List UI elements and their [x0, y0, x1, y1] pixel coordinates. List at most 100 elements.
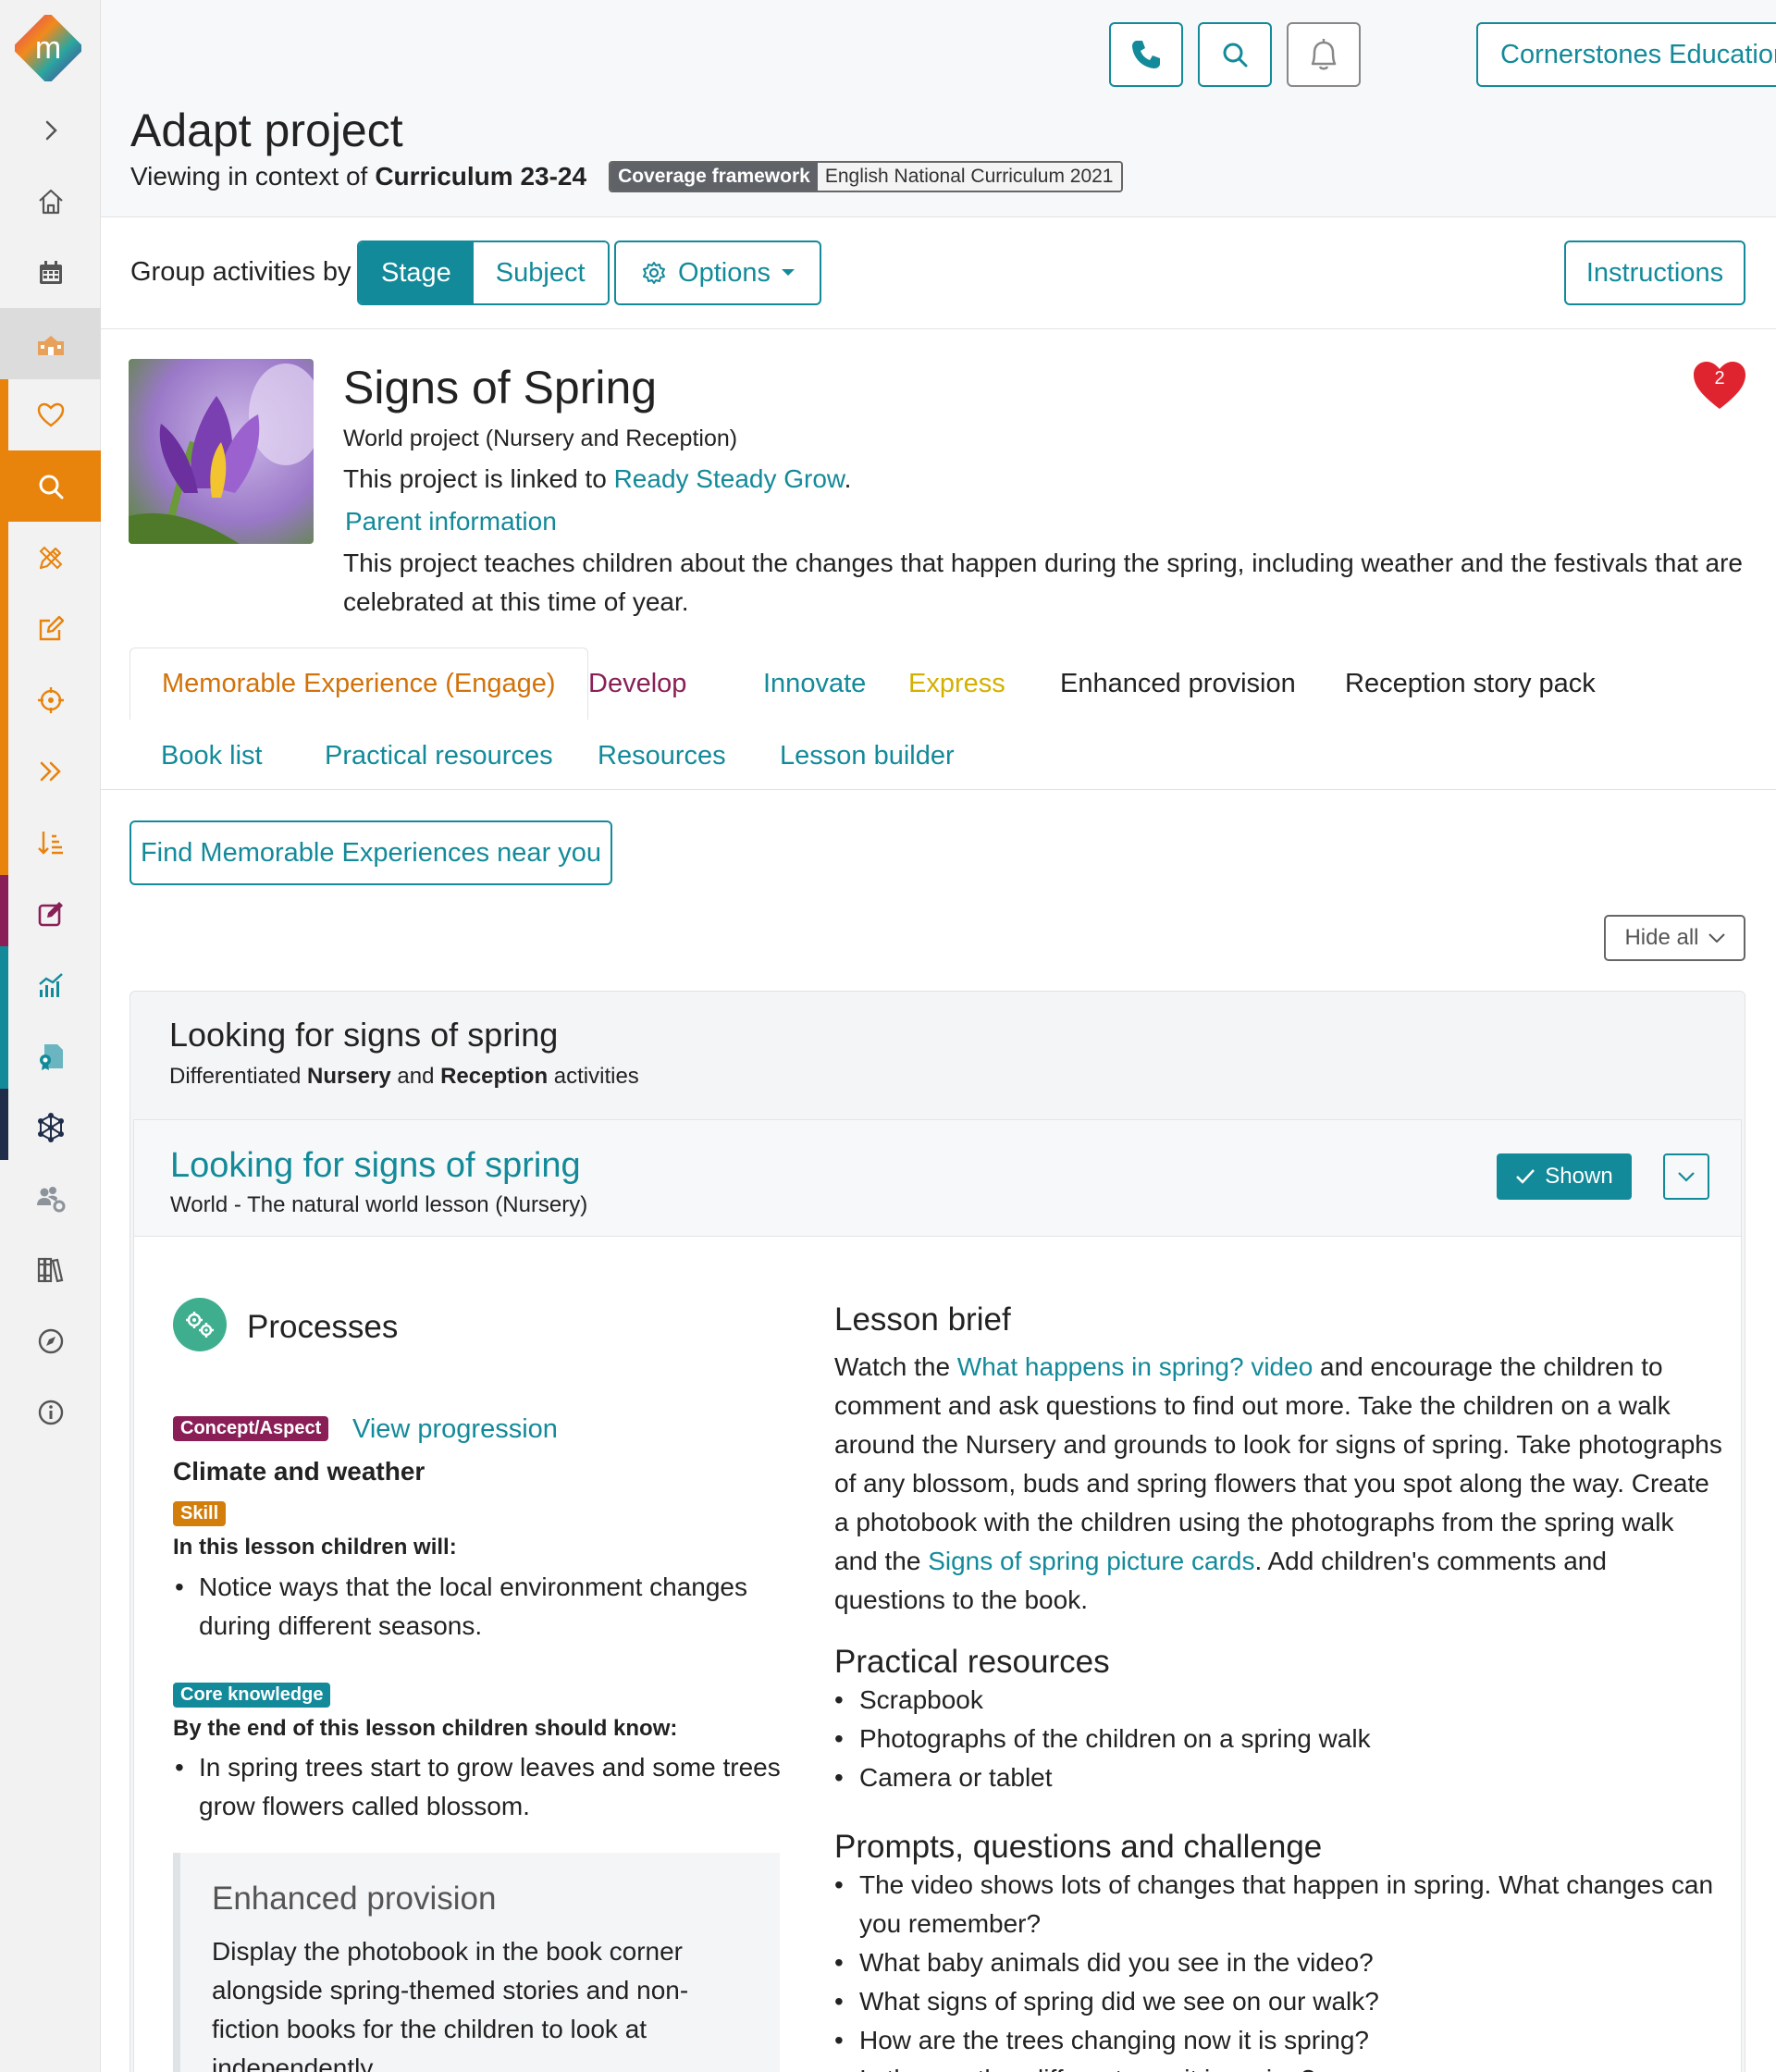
- coverage-framework-badge: Coverage framework English National Curr…: [609, 161, 1123, 192]
- page-header: Cornerstones Education Adapt project Vie…: [101, 0, 1776, 217]
- target-icon: [37, 686, 64, 713]
- activity-sub-nursery: Nursery: [306, 1064, 391, 1089]
- phone-icon: [1132, 41, 1160, 68]
- sort-list-icon: [37, 831, 63, 855]
- tab-innovate[interactable]: Innovate: [732, 648, 897, 720]
- coverage-value: English National Curriculum 2021: [817, 163, 1121, 191]
- search-icon: [39, 475, 63, 499]
- list-item: Camera or tablet: [785, 1758, 1722, 1797]
- calendar-icon: [39, 260, 62, 284]
- info-icon: [38, 1400, 63, 1424]
- notifications-button[interactable]: [1287, 22, 1361, 87]
- list-item: What signs of spring did we see on our w…: [785, 1982, 1722, 2021]
- options-label: Options: [678, 257, 771, 288]
- tab-memorable-experience[interactable]: Memorable Experience (Engage): [130, 648, 588, 720]
- activity-group: Looking for signs of spring Differentiat…: [130, 991, 1745, 2072]
- enhanced-provision-title: Enhanced provision: [212, 1881, 497, 1917]
- expand-lesson-button[interactable]: [1663, 1153, 1709, 1200]
- sidebar-item-adapt[interactable]: [0, 522, 101, 593]
- sidebar-item-info[interactable]: [0, 1376, 101, 1448]
- list-item: Photographs of the children on a spring …: [785, 1720, 1722, 1758]
- prompts-title: Prompts, questions and challenge: [834, 1829, 1323, 1865]
- tab-develop[interactable]: Develop: [557, 648, 718, 720]
- options-button[interactable]: Options: [614, 240, 821, 305]
- lesson-subtitle: World - The natural world lesson (Nurser…: [170, 1192, 588, 1217]
- practical-resources-list: Scrapbook Photographs of the children on…: [785, 1681, 1722, 1797]
- activity-sub-suffix: activities: [553, 1064, 639, 1089]
- app-logo[interactable]: m: [15, 15, 81, 81]
- processes-icon: [173, 1298, 227, 1351]
- prompts-list: The video shows lots of changes that hap…: [785, 1866, 1722, 2072]
- enhanced-provision-text: Display the photobook in the book corner…: [212, 1937, 689, 2072]
- bell-icon: [1311, 39, 1337, 70]
- page-title: Adapt project: [130, 105, 403, 156]
- tab-enhanced-provision[interactable]: Enhanced provision: [1029, 648, 1327, 720]
- list-item: What baby animals did you see in the vid…: [785, 1943, 1722, 1982]
- shown-label: Shown: [1545, 1164, 1613, 1189]
- tab-reception-story-pack[interactable]: Reception story pack: [1314, 648, 1627, 720]
- sidebar-item-target[interactable]: [0, 664, 101, 735]
- chevron-down-icon: [1708, 933, 1725, 943]
- tab-practical-resources[interactable]: Practical resources: [293, 720, 585, 792]
- sidebar-item-analytics[interactable]: [0, 949, 101, 1020]
- compass-icon: [38, 1328, 63, 1353]
- find-memorable-experiences-button[interactable]: Find Memorable Experiences near you: [130, 820, 612, 885]
- activity-sub-and: and: [397, 1064, 435, 1089]
- sidebar-item-library[interactable]: [0, 1234, 101, 1305]
- sidebar-item-users[interactable]: [0, 1163, 101, 1234]
- tab-book-list[interactable]: Book list: [130, 720, 294, 792]
- sidebar-item-explore[interactable]: [0, 1305, 101, 1376]
- phone-button[interactable]: [1109, 22, 1183, 87]
- sidebar-item-network[interactable]: [0, 1092, 101, 1163]
- sidebar-expand-button[interactable]: [0, 94, 101, 166]
- lesson-title-link[interactable]: Looking for signs of spring: [170, 1146, 581, 1186]
- view-progression-link[interactable]: View progression: [352, 1414, 558, 1445]
- check-icon: [1516, 1169, 1536, 1184]
- picture-cards-link[interactable]: Signs of spring picture cards: [928, 1547, 1254, 1575]
- tab-express[interactable]: Express: [877, 648, 1037, 720]
- sidebar-item-school[interactable]: [0, 308, 101, 379]
- sidebar-item-search[interactable]: [0, 450, 101, 522]
- likes-badge[interactable]: 2: [1691, 359, 1748, 411]
- sidebar-item-assess[interactable]: [0, 878, 101, 949]
- sidebar-item-edit[interactable]: [0, 593, 101, 664]
- linked-suffix: .: [844, 464, 852, 493]
- coverage-key: Coverage framework: [610, 163, 818, 191]
- sidebar-item-home[interactable]: [0, 166, 101, 237]
- context-line: Viewing in context of Curriculum 23-24 C…: [130, 161, 1123, 192]
- linked-project-link[interactable]: Ready Steady Grow: [614, 464, 845, 493]
- shown-toggle-button[interactable]: Shown: [1497, 1153, 1632, 1200]
- tab-resources[interactable]: Resources: [566, 720, 758, 792]
- instructions-button[interactable]: Instructions: [1564, 240, 1745, 305]
- search-button[interactable]: [1198, 22, 1272, 87]
- list-item: Is the weather different now it is sprin…: [785, 2060, 1722, 2072]
- list-item: How are the trees changing now it is spr…: [785, 2021, 1722, 2060]
- gears-icon: [186, 1312, 214, 1338]
- group-by-stage-button[interactable]: Stage: [359, 242, 474, 303]
- crocus-image: [129, 359, 314, 544]
- sidebar-item-calendar[interactable]: [0, 237, 101, 308]
- parent-information-link[interactable]: Parent information: [345, 507, 557, 536]
- edit-icon: [39, 615, 64, 640]
- group-activities-label: Group activities by: [130, 257, 352, 287]
- lesson-brief-section: Lesson brief Watch the What happens in s…: [834, 1301, 1722, 1620]
- likes-count: 2: [1714, 368, 1725, 388]
- sidebar-item-fast-forward[interactable]: [0, 735, 101, 807]
- pencil-ruler-icon: [39, 546, 62, 569]
- sidebar-item-favourites[interactable]: [0, 379, 101, 450]
- chevron-down-icon: [1678, 1172, 1695, 1182]
- lesson-card: Looking for signs of spring World - The …: [133, 1119, 1742, 2072]
- sidebar: m: [0, 0, 101, 2072]
- project-title: Signs of Spring: [343, 362, 658, 413]
- group-by-subject-button[interactable]: Subject: [473, 242, 608, 303]
- hide-all-label: Hide all: [1624, 925, 1699, 950]
- hide-all-button[interactable]: Hide all: [1604, 915, 1745, 961]
- organisation-dropdown[interactable]: Cornerstones Education: [1476, 22, 1776, 87]
- brief-text-2: and encourage the children to comment an…: [834, 1352, 1722, 1575]
- tab-lesson-builder[interactable]: Lesson builder: [748, 720, 986, 792]
- sidebar-item-certificate[interactable]: [0, 1020, 101, 1092]
- spring-video-link[interactable]: What happens in spring? video: [957, 1352, 1313, 1381]
- list-item: In spring trees start to grow leaves and…: [173, 1748, 783, 1826]
- sidebar-item-sequence[interactable]: [0, 807, 101, 878]
- group-by-toggle: Stage Subject: [357, 240, 610, 305]
